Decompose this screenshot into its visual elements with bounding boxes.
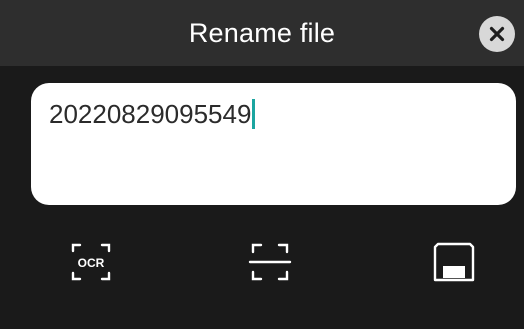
close-button[interactable] bbox=[479, 16, 515, 52]
dialog-header: Rename file bbox=[0, 0, 524, 66]
filename-input[interactable]: 20220829095549 bbox=[31, 83, 516, 205]
dialog-title: Rename file bbox=[188, 18, 336, 48]
close-icon bbox=[489, 26, 505, 42]
ocr-scan-icon: OCR bbox=[71, 243, 111, 281]
rename-file-dialog: Rename file 20220829095549 OCR bbox=[0, 0, 524, 329]
scan-frame-icon bbox=[248, 243, 292, 281]
ocr-button[interactable]: OCR bbox=[67, 238, 115, 286]
filename-value: 20220829095549 bbox=[49, 99, 252, 129]
text-caret bbox=[252, 99, 256, 129]
ocr-label: OCR bbox=[78, 256, 105, 270]
save-disk-icon bbox=[433, 242, 475, 282]
scan-button[interactable] bbox=[246, 238, 294, 286]
save-button[interactable] bbox=[430, 238, 478, 286]
